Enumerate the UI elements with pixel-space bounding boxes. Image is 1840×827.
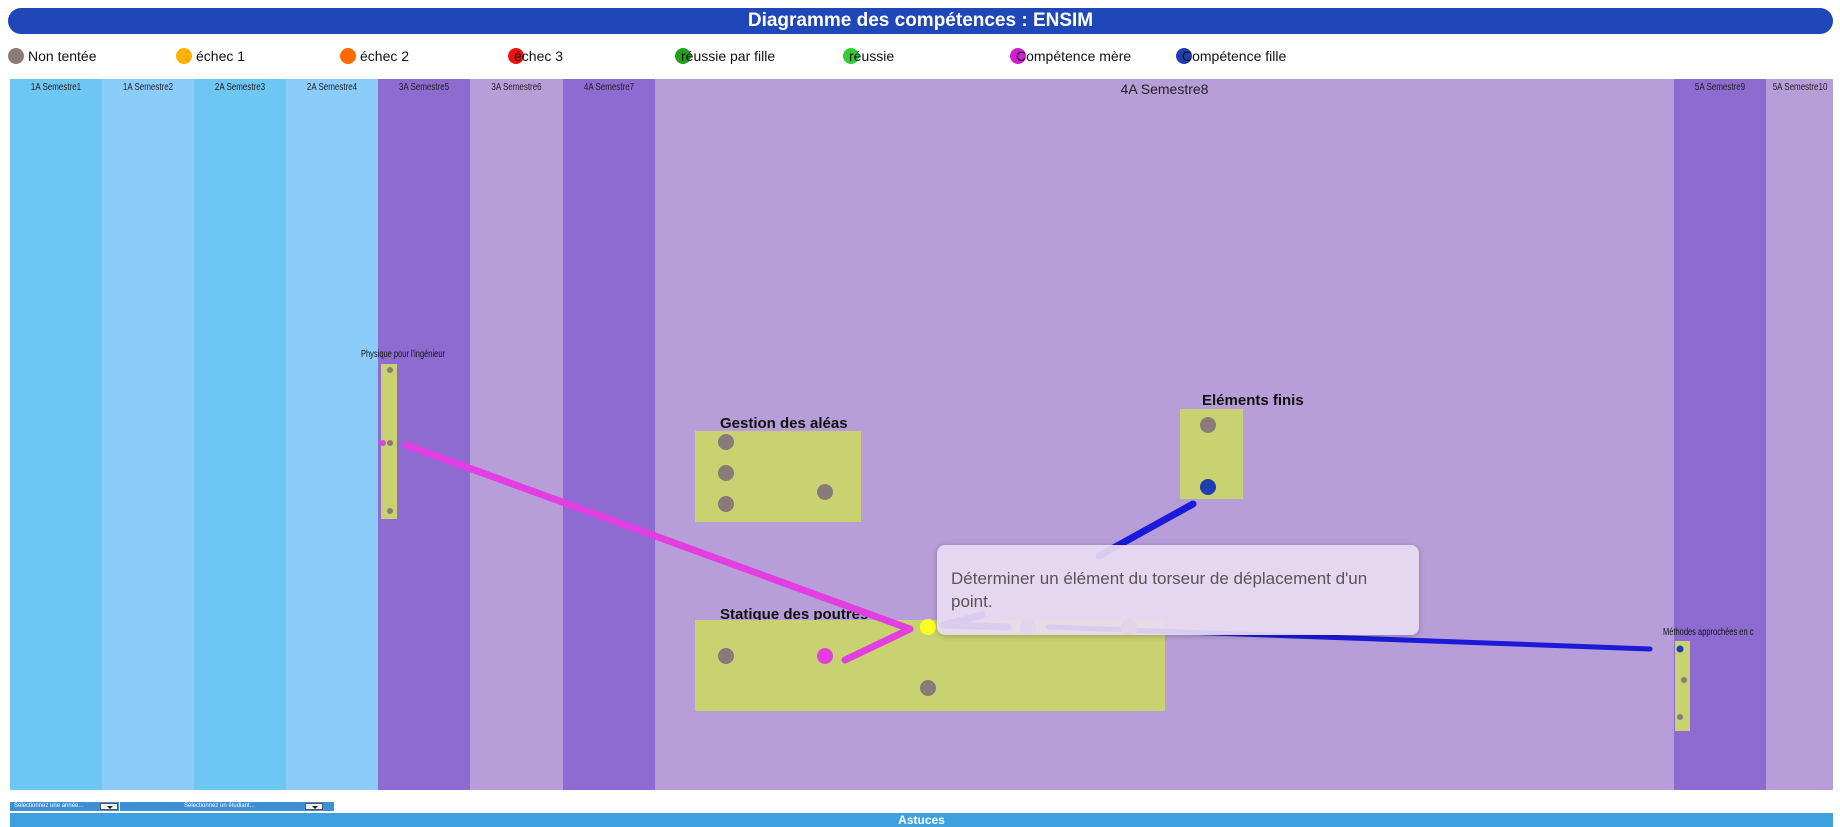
legend-item-echec-3: échec 3 <box>508 46 563 66</box>
semester-label: 5A Semestre9 <box>1694 82 1746 93</box>
competence-block[interactable] <box>1675 641 1690 731</box>
competence-block[interactable] <box>1180 409 1243 499</box>
student-select[interactable]: Sélectionnez un étudiant... <box>120 802 334 811</box>
competence-title: Eléments finis <box>1202 392 1304 409</box>
legend-item-echec-1: échec 1 <box>176 46 245 66</box>
legend-label: Non tentée <box>28 48 97 64</box>
semester-column: 3A Semestre6 <box>470 79 563 790</box>
year-select-dropdown-icon[interactable] <box>100 803 118 810</box>
semester-label: 5A Semestre10 <box>1772 82 1828 93</box>
legend-label: Compétence fille <box>1182 48 1287 64</box>
legend-item-reussie-par-fille: réussie par fille <box>675 46 775 66</box>
semester-label: 3A Semestre6 <box>491 82 542 93</box>
legend-item-competence-fille: Compétence fille <box>1176 46 1286 66</box>
legend-item-competence-mere: Compétence mère <box>1010 46 1131 66</box>
legend-label: échec 2 <box>360 48 410 64</box>
semester-column: 1A Semestre2 <box>102 79 194 790</box>
astuces-bar[interactable]: Astuces <box>10 813 1833 827</box>
semester-label: 3A Semestre5 <box>398 82 450 93</box>
competence-title: Gestion des aléas <box>720 415 848 432</box>
diagram-title-bar: Diagramme des compétences : ENSIM <box>8 8 1833 34</box>
legend-label: réussie par fille <box>681 48 776 64</box>
semester-label: 1A Semestre2 <box>122 82 174 93</box>
year-select-value: Sélectionnez une année... <box>14 803 84 809</box>
competence-title: Physique pour l'ingénieur <box>361 349 445 360</box>
legend-item-non-tentee: Non tentée <box>8 46 97 66</box>
semester-column: 4A Semestre7 <box>563 79 655 790</box>
legend-label: Compétence mère <box>1016 48 1132 64</box>
legend-label: réussie <box>849 48 895 64</box>
semester-label: 1A Semestre1 <box>30 82 82 93</box>
legend: Non tentée échec 1 échec 2 échec 3 réuss… <box>8 46 1833 68</box>
semester-label: 2A Semestre4 <box>306 82 358 93</box>
semester-label: 4A Semestre8 <box>1120 81 1209 97</box>
legend-label: échec 3 <box>514 48 564 64</box>
page-title: Diagramme des compétences : ENSIM <box>747 10 1094 31</box>
semester-column: 5A Semestre10 <box>1766 79 1833 790</box>
competence-tooltip: Déterminer un élément du torseur de dépl… <box>937 545 1419 635</box>
student-select-value: Sélectionnez un étudiant... <box>184 803 255 809</box>
status-dot-icon <box>340 48 356 64</box>
semester-label: 2A Semestre3 <box>214 82 266 93</box>
competence-diagram: 1A Semestre1 1A Semestre2 2A Semestre3 2… <box>10 79 1833 790</box>
competence-block[interactable] <box>381 364 397 519</box>
semester-column: 1A Semestre1 <box>10 79 102 790</box>
competence-title: Méthodes approchées en c <box>1663 627 1754 638</box>
semester-column: 2A Semestre3 <box>194 79 286 790</box>
legend-item-reussie: réussie <box>843 46 894 66</box>
astuces-label: Astuces <box>898 813 945 827</box>
status-dot-icon <box>176 48 192 64</box>
competence-block[interactable] <box>695 431 861 522</box>
legend-label: échec 1 <box>196 48 246 64</box>
semester-label: 4A Semestre7 <box>583 82 635 93</box>
student-select-dropdown-icon[interactable] <box>305 803 323 810</box>
tooltip-text: Déterminer un élément du torseur de dépl… <box>951 569 1368 611</box>
status-dot-icon <box>8 48 24 64</box>
legend-item-echec-2: échec 2 <box>340 46 409 66</box>
semester-column: 2A Semestre4 <box>286 79 378 790</box>
